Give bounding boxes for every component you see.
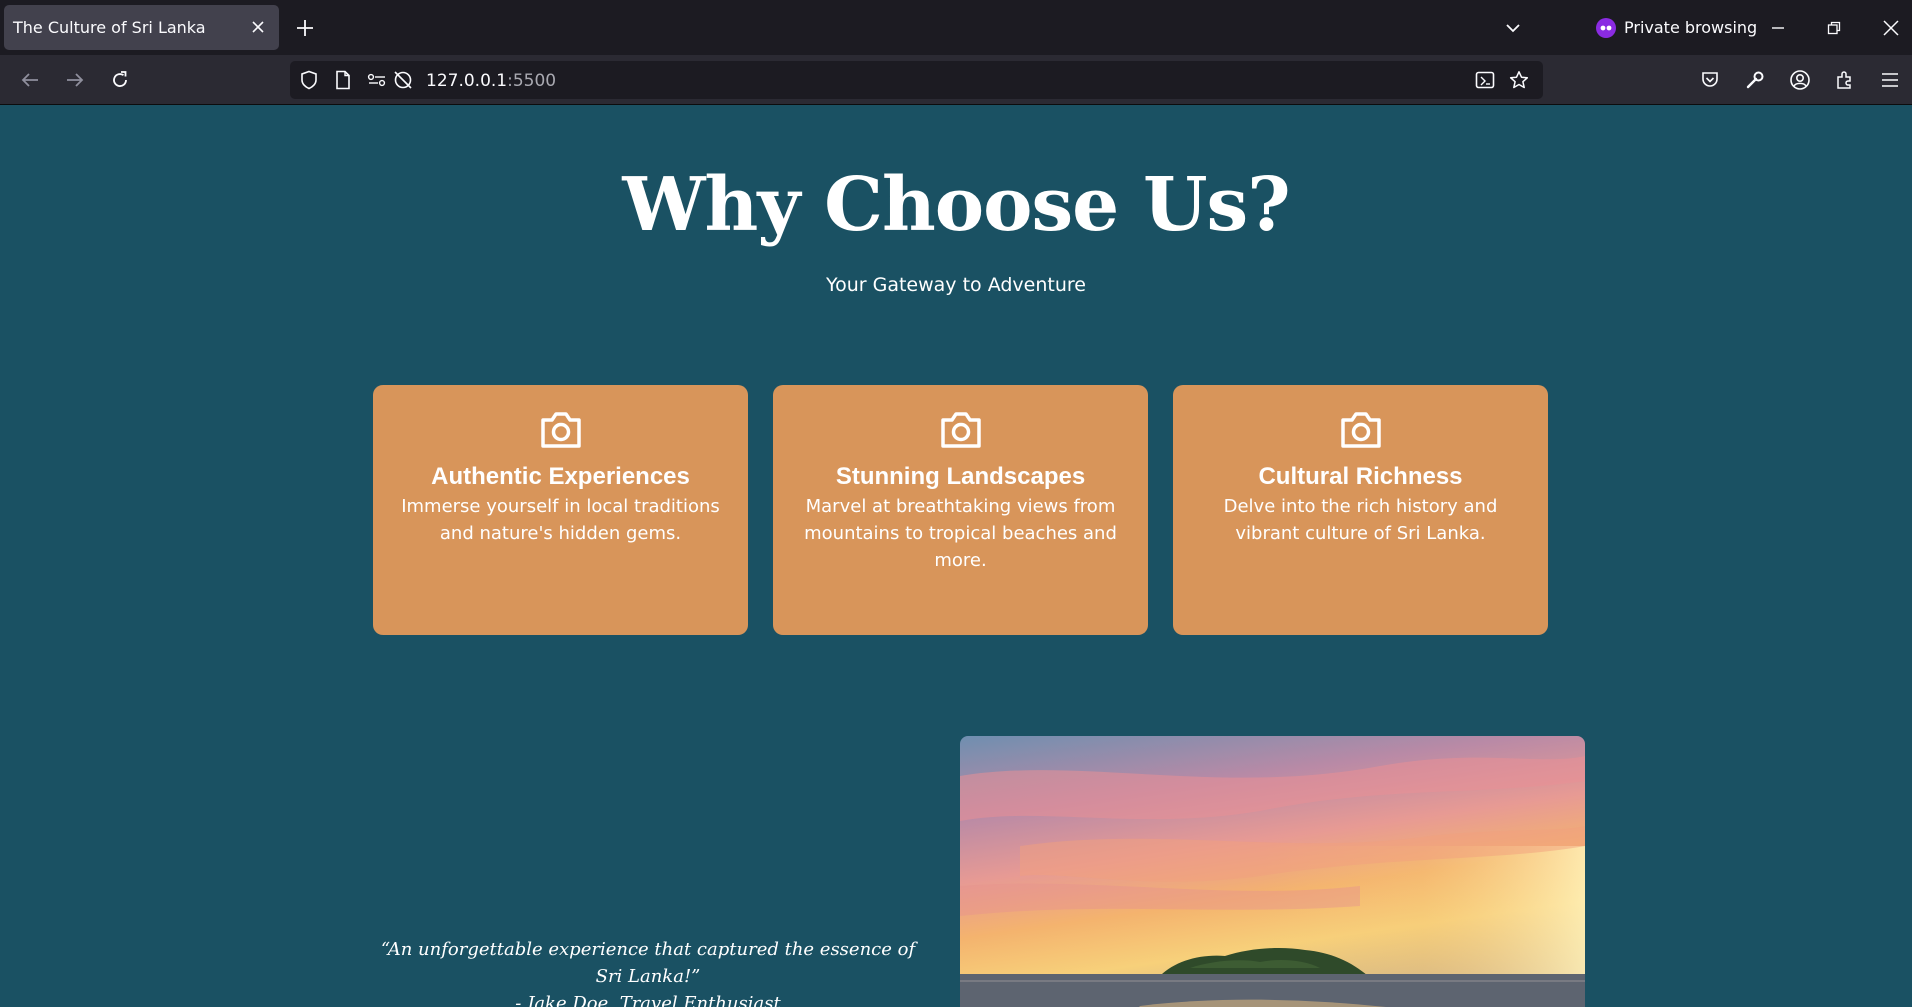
feature-card-cultural: Cultural Richness Delve into the rich hi… [1173,385,1548,635]
address-bar[interactable]: 127.0.0.1:5500 [290,61,1543,99]
tab-bar: The Culture of Sri Lanka Private browsin… [0,0,1912,55]
pocket-icon[interactable] [1693,63,1727,97]
feature-title: Cultural Richness [1258,463,1463,490]
page-title: Why Choose Us? [622,162,1290,248]
forward-arrow-icon[interactable] [58,63,92,97]
page-icon [332,69,354,91]
feature-description: Delve into the rich history and vibrant … [1223,496,1498,544]
close-window-icon[interactable] [1875,12,1907,44]
close-tab-icon[interactable] [245,14,271,40]
shield-icon[interactable] [298,69,320,91]
extensions-icon[interactable] [1828,63,1862,97]
tracking-protection-off-icon[interactable] [392,69,414,91]
restore-icon[interactable] [1818,12,1850,44]
testimonial: “An unforgettable experience that captur… [373,936,923,1007]
feature-title: Authentic Experiences [431,463,690,490]
feature-card-landscapes: Stunning Landscapes Marvel at breathtaki… [773,385,1148,635]
account-icon[interactable] [1783,63,1817,97]
feature-description: Marvel at breathtaking views from mounta… [804,496,1117,571]
menu-icon[interactable] [1873,63,1907,97]
camera-icon [373,411,748,449]
page-viewport: Why Choose Us? Your Gateway to Adventure… [0,106,1912,1007]
url-port: :5500 [507,71,557,91]
tab-title: The Culture of Sri Lanka [13,18,206,37]
private-browsing-indicator: Private browsing [1596,14,1757,41]
testimonial-quote: “An unforgettable experience that captur… [380,939,916,987]
navigation-toolbar: 127.0.0.1:5500 [0,55,1912,105]
wrench-icon[interactable] [1738,63,1772,97]
camera-icon [773,411,1148,449]
permissions-icon[interactable] [366,69,388,91]
back-arrow-icon[interactable] [13,63,47,97]
new-tab-icon[interactable] [290,13,320,43]
url-host: 127.0.0.1 [426,71,508,91]
sunset-island-photo [960,736,1585,1007]
url-text[interactable]: 127.0.0.1:5500 [426,71,556,91]
tab-active[interactable]: The Culture of Sri Lanka [4,5,279,50]
reload-icon[interactable] [103,63,137,97]
private-mask-icon [1596,17,1616,38]
feature-description: Immerse yourself in local traditions and… [401,496,720,544]
minimize-icon[interactable] [1762,12,1794,44]
private-browsing-label: Private browsing [1624,18,1758,37]
bookmark-star-icon[interactable] [1508,69,1530,91]
camera-icon [1173,411,1548,449]
screenshot-icon[interactable] [1474,69,1496,91]
page-subtitle: Your Gateway to Adventure [826,274,1086,296]
feature-cards: Authentic Experiences Immerse yourself i… [373,385,1549,635]
chevron-down-icon[interactable] [1498,13,1528,43]
feature-card-authentic: Authentic Experiences Immerse yourself i… [373,385,748,635]
feature-title: Stunning Landscapes [835,463,1086,490]
testimonial-author: - Jake Doe, Travel Enthusiast [515,993,781,1007]
